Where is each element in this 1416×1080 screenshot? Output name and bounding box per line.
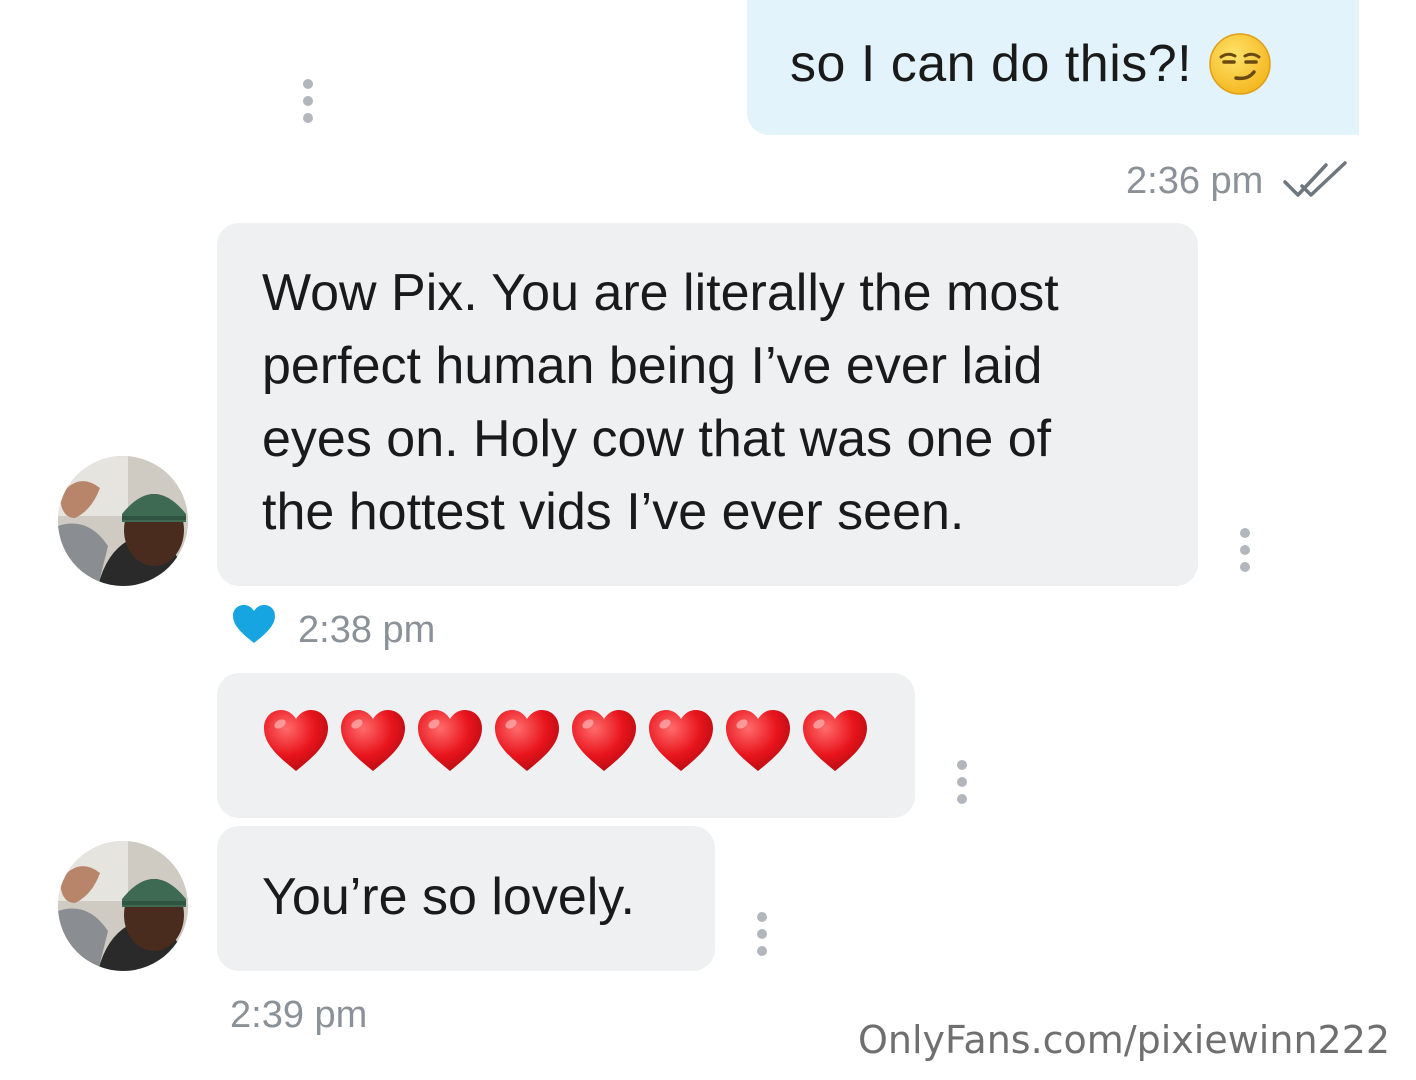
- incoming-message-bubble[interactable]: Wow Pix. You are literally the most perf…: [217, 223, 1198, 586]
- avatar[interactable]: [58, 456, 188, 586]
- message-text-line: perfect human being I’ve ever laid: [262, 337, 1043, 395]
- message-text-line: eyes on. Holy cow that was one of: [262, 410, 1052, 468]
- red-heart-emoji: [418, 710, 482, 771]
- message-text-line: the hottest vids I’ve ever seen.: [262, 483, 965, 541]
- avatar-image: [58, 841, 188, 971]
- more-options-icon[interactable]: [302, 79, 314, 123]
- more-options-icon[interactable]: [756, 912, 768, 956]
- smirking-face-emoji: [1209, 33, 1271, 95]
- message-text: so I can do this?!: [790, 35, 1193, 93]
- incoming-message-bubble[interactable]: [217, 673, 915, 818]
- more-options-icon[interactable]: [1239, 528, 1251, 572]
- hearts-row: [261, 707, 870, 777]
- message-text: You’re so lovely.: [262, 868, 635, 926]
- red-heart-emoji: [803, 710, 867, 771]
- red-heart-emoji: [264, 710, 328, 771]
- red-heart-emoji: [572, 710, 636, 771]
- like-heart-icon[interactable]: [231, 603, 277, 645]
- red-heart-emoji: [726, 710, 790, 771]
- incoming-message-bubble[interactable]: You’re so lovely.: [217, 826, 715, 971]
- double-check-icon: [1283, 161, 1347, 197]
- watermark: OnlyFans.com/pixiewinn222: [858, 1018, 1391, 1062]
- red-heart-emoji: [341, 710, 405, 771]
- message-text-line: Wow Pix. You are literally the most: [262, 264, 1059, 322]
- avatar-image: [58, 456, 188, 586]
- message-timestamp: 2:38 pm: [298, 609, 436, 651]
- more-options-icon[interactable]: [956, 760, 968, 804]
- red-heart-emoji: [495, 710, 559, 771]
- avatar[interactable]: [58, 841, 188, 971]
- red-heart-emoji: [649, 710, 713, 771]
- message-timestamp: 2:36 pm: [1126, 160, 1264, 202]
- message-timestamp: 2:39 pm: [230, 994, 368, 1036]
- outgoing-message-bubble[interactable]: so I can do this?!: [747, 0, 1359, 135]
